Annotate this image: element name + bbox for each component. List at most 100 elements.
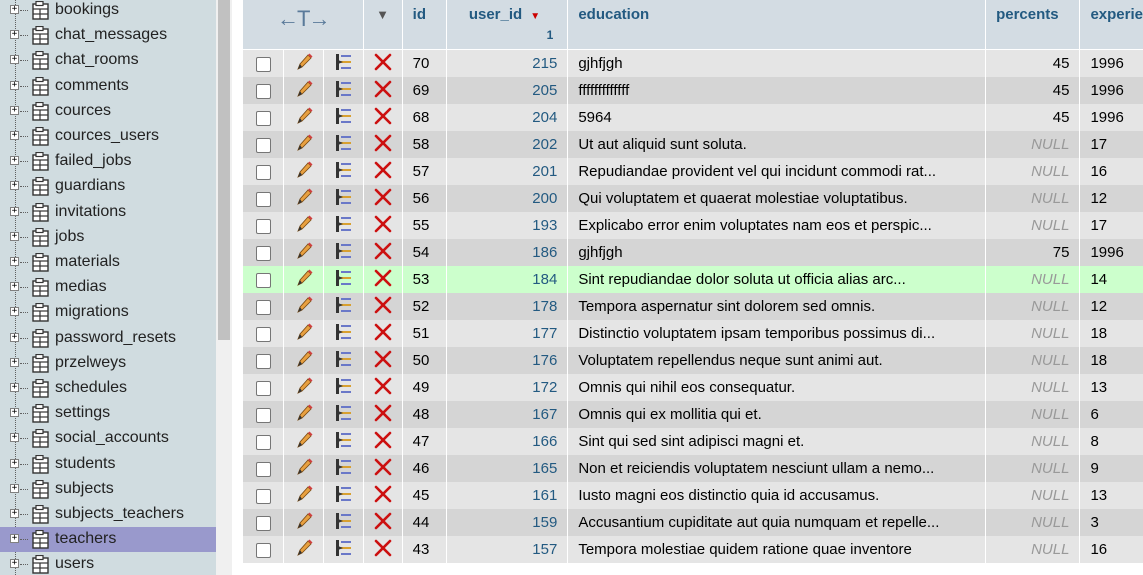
cell-education[interactable]: fffffffffffff xyxy=(568,77,986,104)
column-header-experience[interactable]: experience xyxy=(1080,0,1143,50)
copy-row-icon[interactable] xyxy=(333,323,353,346)
pencil-icon[interactable] xyxy=(294,296,314,319)
sidebar-item-failed-jobs[interactable]: + failed_jobs xyxy=(0,149,216,174)
pane-divider[interactable] xyxy=(232,0,242,575)
sidebar-item-users[interactable]: + users xyxy=(0,552,216,575)
cell-id[interactable]: 69 xyxy=(402,77,446,104)
table-icon[interactable] xyxy=(30,51,50,71)
delete-x-icon[interactable] xyxy=(373,404,393,427)
delete-x-icon[interactable] xyxy=(373,107,393,130)
expand-icon[interactable]: + xyxy=(10,458,19,468)
column-header-percents[interactable]: percents xyxy=(986,0,1080,50)
sidebar-item-label[interactable]: materials xyxy=(55,253,120,271)
cell-user-id[interactable]: 165 xyxy=(446,455,568,482)
copy-row-icon[interactable] xyxy=(333,377,353,400)
table-icon[interactable] xyxy=(30,0,50,20)
table-icon[interactable] xyxy=(30,278,50,297)
row-checkbox[interactable] xyxy=(255,488,271,504)
delete-x-icon[interactable] xyxy=(373,431,393,454)
cell-user-id[interactable]: 184 xyxy=(446,266,568,293)
sidebar-item-guardians[interactable]: + guardians xyxy=(0,174,216,199)
row-select-cell[interactable] xyxy=(243,131,284,158)
sort-desc-icon[interactable]: ▼ xyxy=(530,11,540,22)
cell-percents[interactable]: NULL xyxy=(986,374,1080,401)
cell-user-id[interactable]: 200 xyxy=(446,185,568,212)
row-select-cell[interactable] xyxy=(243,77,284,104)
pencil-icon[interactable] xyxy=(294,404,314,427)
copy-cell[interactable] xyxy=(324,482,363,509)
cell-experience[interactable]: 3 xyxy=(1080,509,1143,536)
row-checkbox[interactable] xyxy=(255,137,271,153)
table-icon[interactable] xyxy=(30,303,50,323)
pencil-icon[interactable] xyxy=(294,107,314,130)
cell-experience[interactable]: 1996 xyxy=(1080,50,1143,77)
sidebar-item-label[interactable]: chat_messages xyxy=(55,26,167,44)
cell-education[interactable]: Sint repudiandae dolor soluta ut officia… xyxy=(568,266,986,293)
delete-x-icon[interactable] xyxy=(373,296,393,319)
pencil-icon[interactable] xyxy=(294,242,314,265)
sidebar-item-label[interactable]: medias xyxy=(55,278,107,296)
cell-user-id[interactable]: 215 xyxy=(446,50,568,77)
sidebar-item-label[interactable]: teachers xyxy=(55,530,116,548)
table-row[interactable]: 50 176 Voluptatem repellendus neque sunt a… xyxy=(243,347,1143,374)
column-arrows-icon[interactable]: ←T→ xyxy=(277,6,330,31)
row-checkbox[interactable] xyxy=(255,299,271,315)
table-icon[interactable] xyxy=(30,479,50,499)
table-row[interactable]: 54 186 gjhfjgh 75 1996 xyxy=(243,239,1143,266)
copy-cell[interactable] xyxy=(324,401,363,428)
sidebar-item-comments[interactable]: + comments xyxy=(0,74,216,99)
cell-education[interactable]: Iusto magni eos distinctio quia id accus… xyxy=(568,482,986,509)
cell-education[interactable]: gjhfjgh xyxy=(568,50,986,77)
table-row[interactable]: 44 159 Accusantium cupiditate aut quia num… xyxy=(243,509,1143,536)
cell-percents[interactable]: NULL xyxy=(986,158,1080,185)
delete-cell[interactable] xyxy=(363,428,402,455)
sidebar-item-chat-rooms[interactable]: + chat_rooms xyxy=(0,48,216,73)
cell-percents[interactable]: NULL xyxy=(986,401,1080,428)
cell-education[interactable]: Repudiandae provident vel qui incidunt c… xyxy=(568,158,986,185)
copy-row-icon[interactable] xyxy=(333,161,353,184)
row-checkbox[interactable] xyxy=(255,272,271,288)
pencil-icon[interactable] xyxy=(294,485,314,508)
cell-user-id[interactable]: 159 xyxy=(446,509,568,536)
sidebar-item-label[interactable]: students xyxy=(55,455,115,473)
row-select-cell[interactable] xyxy=(243,482,284,509)
copy-cell[interactable] xyxy=(324,77,363,104)
pencil-icon[interactable] xyxy=(294,350,314,373)
copy-cell[interactable] xyxy=(324,347,363,374)
edit-cell[interactable] xyxy=(284,239,324,266)
expand-icon[interactable]: + xyxy=(10,559,19,569)
sidebar-item-password-resets[interactable]: + password_resets xyxy=(0,326,216,351)
expand-icon[interactable]: + xyxy=(10,357,19,367)
table-row[interactable]: 58 202 Ut aut aliquid sunt soluta. NULL 17 xyxy=(243,131,1143,158)
cell-id[interactable]: 57 xyxy=(402,158,446,185)
cell-user-id[interactable]: 201 xyxy=(446,158,568,185)
table-icon[interactable] xyxy=(30,152,50,171)
edit-cell[interactable] xyxy=(284,266,324,293)
cell-id[interactable]: 46 xyxy=(402,455,446,482)
column-header-education[interactable]: education xyxy=(568,0,986,50)
sidebar-item-label[interactable]: subjects xyxy=(55,480,114,498)
edit-cell[interactable] xyxy=(284,212,324,239)
sidebar-item-teachers[interactable]: + teachers xyxy=(0,527,216,553)
delete-x-icon[interactable] xyxy=(373,242,393,265)
row-checkbox[interactable] xyxy=(255,380,271,396)
copy-cell[interactable] xyxy=(324,509,363,536)
delete-cell[interactable] xyxy=(363,239,402,266)
delete-cell[interactable] xyxy=(363,347,402,374)
cell-percents[interactable]: 45 xyxy=(986,77,1080,104)
expand-icon[interactable]: + xyxy=(10,80,19,90)
row-select-cell[interactable] xyxy=(243,50,284,77)
copy-cell[interactable] xyxy=(324,212,363,239)
sidebar-item-przelweys[interactable]: + przelweys xyxy=(0,351,216,376)
expand-icon[interactable]: + xyxy=(10,433,19,443)
expand-icon[interactable]: + xyxy=(10,383,19,392)
table-row[interactable]: 47 166 Sint qui sed sint adipisci magni et… xyxy=(243,428,1143,455)
row-checkbox[interactable] xyxy=(255,191,271,207)
expand-icon[interactable]: + xyxy=(10,408,19,418)
sidebar-item-label[interactable]: chat_rooms xyxy=(55,51,139,69)
expand-icon[interactable]: + xyxy=(10,131,19,140)
copy-row-icon[interactable] xyxy=(333,215,353,238)
delete-cell[interactable] xyxy=(363,455,402,482)
header-menu[interactable]: ▼ xyxy=(363,0,402,50)
sidebar-item-bookings[interactable]: + bookings xyxy=(0,0,216,23)
